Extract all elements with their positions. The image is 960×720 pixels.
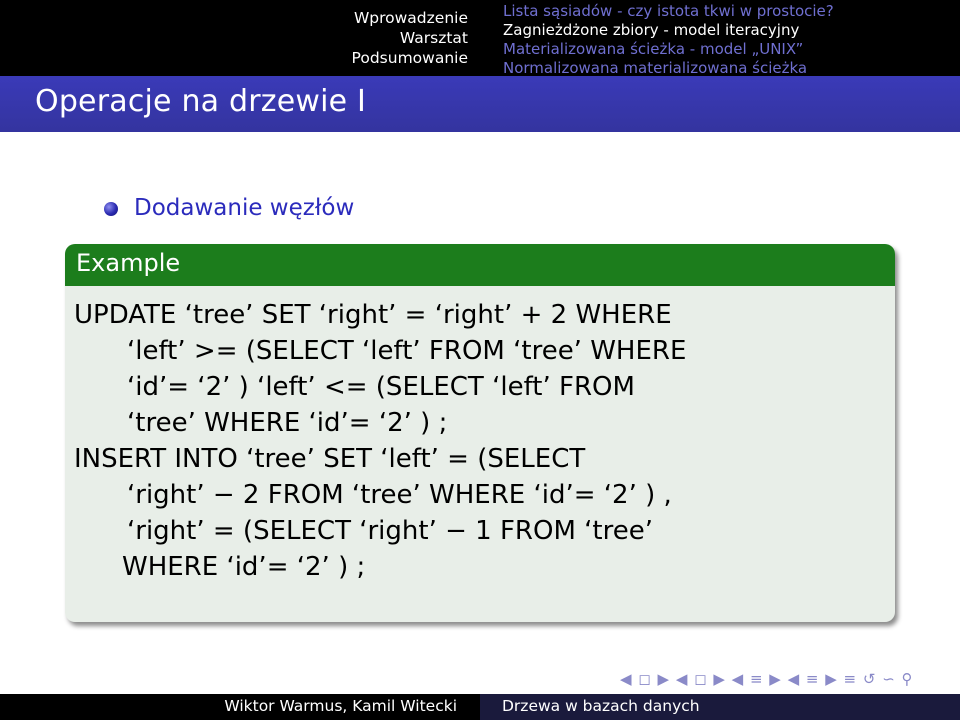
code-line: UPDATE ‘tree’ SET ‘right’ = ‘right’ + 2 … [74, 300, 672, 330]
footer: Wiktor Warmus, Kamil Witecki Drzewa w ba… [0, 694, 960, 720]
bullet-text: Dodawanie węzłów [134, 195, 355, 221]
nav-subsection-materializowana-sciezka[interactable]: Materializowana ścieżka - model „UNIX” [503, 40, 834, 59]
footer-topic-panel: Drzewa w bazach danych [480, 694, 960, 720]
code-line: INSERT INTO ‘tree’ SET ‘left’ = (SELECT [74, 444, 586, 474]
nav-section-warsztat[interactable]: Warsztat [300, 28, 468, 48]
code-line: ‘left’ >= (SELECT ‘left’ FROM ‘tree’ WHE… [127, 336, 687, 366]
bullet-ball-icon [104, 202, 118, 216]
nav-subsection-zagniezdzone-zbiory[interactable]: Zagnieżdżone zbiory - model iteracyjny [503, 21, 834, 40]
code-line: ‘right’ = (SELECT ‘right’ − 1 FROM ‘tree… [127, 516, 653, 546]
navigation-symbols[interactable]: ◀ ◻ ▶ ◀ ◻ ▶ ◀ ≡ ▶ ◀ ≡ ▶ ≡ ↺ ∽ ⚲ [620, 670, 914, 688]
code-line: WHERE ‘id’= ‘2’ ) ; [122, 552, 366, 582]
example-block-title: Example [76, 249, 181, 277]
example-block-body: UPDATE ‘tree’ SET ‘right’ = ‘right’ + 2 … [65, 286, 895, 622]
section-list: Wprowadzenie Warsztat Podsumowanie [300, 8, 468, 68]
nav-section-wprowadzenie[interactable]: Wprowadzenie [300, 8, 468, 28]
frame-title: Operacje na drzewie I [35, 84, 367, 119]
example-block-header: Example [65, 244, 895, 286]
example-block: Example UPDATE ‘tree’ SET ‘right’ = ‘rig… [65, 244, 895, 622]
nav-section-podsumowanie[interactable]: Podsumowanie [300, 48, 468, 68]
top-navigation-bar: Wprowadzenie Warsztat Podsumowanie Lista… [0, 0, 960, 78]
footer-topic: Drzewa w bazach danych [502, 697, 700, 715]
nav-subsection-lista-sasiadow[interactable]: Lista sąsiadów - czy istota tkwi w prost… [503, 2, 834, 21]
footer-author-panel: Wiktor Warmus, Kamil Witecki [0, 694, 480, 720]
footer-authors: Wiktor Warmus, Kamil Witecki [224, 697, 457, 715]
code-line: ‘right’ − 2 FROM ‘tree’ WHERE ‘id’= ‘2’ … [127, 480, 672, 510]
code-line: ‘id’= ‘2’ ) ‘left’ <= (SELECT ‘left’ FRO… [127, 372, 635, 402]
code-line: ‘tree’ WHERE ‘id’= ‘2’ ) ; [127, 408, 448, 438]
frame-title-bar: Operacje na drzewie I [0, 76, 960, 132]
subsection-list: Lista sąsiadów - czy istota tkwi w prost… [503, 2, 834, 78]
